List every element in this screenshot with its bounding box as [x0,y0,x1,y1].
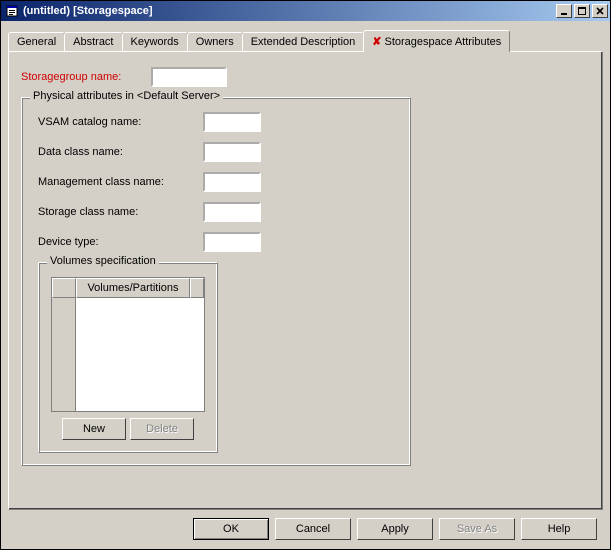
volumes-cells[interactable] [76,298,204,411]
new-button-label: New [83,423,105,435]
tab-label: Keywords [131,36,179,48]
storagegroup-label: Storagegroup name: [21,71,151,83]
delete-button-label: Delete [146,423,178,435]
volumes-button-row: New Delete [51,418,205,440]
storageclass-row: Storage class name: [38,202,398,222]
app-icon [5,4,19,18]
mgmtclass-input[interactable] [203,172,261,192]
dialog-button-bar: OK Cancel Apply Save As Help [8,510,603,542]
storageclass-label: Storage class name: [38,206,203,218]
window-controls [554,4,608,18]
physical-attributes-title: Physical attributes in <Default Server> [30,90,223,102]
storageclass-input[interactable] [203,202,261,222]
dataclass-label: Data class name: [38,146,203,158]
devicetype-input[interactable] [203,232,261,252]
delete-button[interactable]: Delete [130,418,194,440]
tab-label: Abstract [73,36,113,48]
table-header-end [190,278,204,298]
saveas-button[interactable]: Save As [439,518,515,540]
tab-owners[interactable]: Owners [187,32,243,51]
tab-keywords[interactable]: Keywords [122,32,188,51]
tab-panel: Storagegroup name: Physical attributes i… [8,51,603,510]
tab-abstract[interactable]: Abstract [64,32,122,51]
minimize-button[interactable] [556,4,572,18]
client-area: General Abstract Keywords Owners Extende… [1,21,610,549]
table-corner [52,278,76,298]
tab-general[interactable]: General [8,32,65,51]
cancel-button[interactable]: Cancel [275,518,351,540]
new-button[interactable]: New [62,418,126,440]
devicetype-label: Device type: [38,236,203,248]
volumes-title: Volumes specification [47,255,159,267]
cancel-label: Cancel [296,523,330,535]
tabstrip: General Abstract Keywords Owners Extende… [8,31,603,51]
ok-label: OK [223,523,239,535]
volumes-body [52,298,204,411]
vsam-row: VSAM catalog name: [38,112,398,132]
tab-storagespace-attributes[interactable]: ✘Storagespace Attributes [363,30,510,52]
storagegroup-row: Storagegroup name: [21,67,590,87]
tab-label: Owners [196,36,234,48]
volumes-row-header-gutter [52,298,76,411]
dialog-window: (untitled) [Storagespace] General Abstra… [0,0,611,550]
mgmtclass-label: Management class name: [38,176,203,188]
mgmtclass-row: Management class name: [38,172,398,192]
saveas-label: Save As [457,523,497,535]
help-label: Help [548,523,571,535]
volumes-column-header[interactable]: Volumes/Partitions [76,278,190,298]
tab-label: General [17,36,56,48]
titlebar-title: (untitled) [Storagespace] [23,5,554,17]
dataclass-input[interactable] [203,142,261,162]
apply-button[interactable]: Apply [357,518,433,540]
vsam-input[interactable] [203,112,261,132]
storagegroup-input[interactable] [151,67,227,87]
close-button[interactable] [592,4,608,18]
apply-label: Apply [381,523,409,535]
help-button[interactable]: Help [521,518,597,540]
tab-label: Storagespace Attributes [384,36,501,48]
volumes-column-label: Volumes/Partitions [87,282,178,294]
dataclass-row: Data class name: [38,142,398,162]
tab-label: Extended Description [251,36,356,48]
ok-button[interactable]: OK [193,518,269,540]
volumes-header-row: Volumes/Partitions [52,278,204,298]
error-icon: ✘ [372,36,381,48]
maximize-button[interactable] [574,4,590,18]
volumes-group: Volumes specification Volumes/Partitions [38,262,218,453]
titlebar: (untitled) [Storagespace] [1,1,610,21]
volumes-table[interactable]: Volumes/Partitions [51,277,205,412]
physical-attributes-group: Physical attributes in <Default Server> … [21,97,411,466]
devicetype-row: Device type: [38,232,398,252]
tab-extended-description[interactable]: Extended Description [242,32,365,51]
vsam-label: VSAM catalog name: [38,116,203,128]
